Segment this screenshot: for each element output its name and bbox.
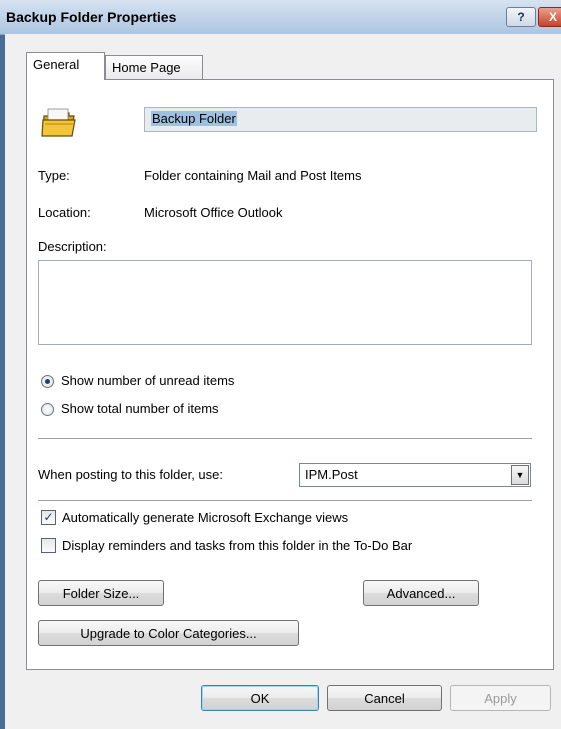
apply-button-label: Apply bbox=[484, 690, 517, 706]
title-bar[interactable]: Backup Folder Properties ? X bbox=[0, 0, 561, 35]
divider bbox=[38, 438, 532, 439]
unread-items-label[interactable]: Show number of unread items bbox=[61, 373, 234, 388]
exchange-views-checkbox[interactable]: ✓ bbox=[41, 510, 56, 525]
dialog-body: General Home Page Backup Folder Type: Fo… bbox=[5, 34, 561, 729]
window-title: Backup Folder Properties bbox=[6, 9, 177, 25]
advanced-button-label: Advanced... bbox=[386, 585, 456, 601]
todo-bar-label[interactable]: Display reminders and tasks from this fo… bbox=[62, 538, 412, 553]
folder-size-button[interactable]: Folder Size... bbox=[38, 580, 164, 606]
tab-home-page-label: Home Page bbox=[112, 60, 181, 75]
location-value: Microsoft Office Outlook bbox=[144, 205, 283, 220]
description-textarea[interactable] bbox=[38, 260, 532, 345]
description-label: Description: bbox=[38, 239, 107, 254]
ok-button[interactable]: OK bbox=[201, 685, 319, 711]
close-button[interactable]: X bbox=[538, 7, 561, 27]
folder-name-input[interactable]: Backup Folder bbox=[144, 107, 537, 132]
upgrade-color-categories-button[interactable]: Upgrade to Color Categories... bbox=[38, 620, 299, 646]
posting-label: When posting to this folder, use: bbox=[38, 467, 223, 482]
advanced-button[interactable]: Advanced... bbox=[363, 580, 479, 606]
dropdown-arrow-icon[interactable]: ▼ bbox=[511, 465, 529, 485]
folder-name-value: Backup Folder bbox=[151, 111, 237, 126]
total-items-label[interactable]: Show total number of items bbox=[61, 401, 219, 416]
location-label: Location: bbox=[38, 205, 91, 220]
close-icon: X bbox=[548, 10, 557, 24]
exchange-views-label[interactable]: Automatically generate Microsoft Exchang… bbox=[62, 510, 348, 525]
posting-form-select[interactable]: IPM.Post ▼ bbox=[299, 463, 531, 487]
type-value: Folder containing Mail and Post Items bbox=[144, 168, 362, 183]
total-items-radio[interactable] bbox=[41, 403, 54, 416]
type-label: Type: bbox=[38, 168, 70, 183]
general-panel: Backup Folder Type: Folder containing Ma… bbox=[26, 79, 554, 670]
tab-home-page[interactable]: Home Page bbox=[105, 55, 203, 79]
divider bbox=[38, 500, 532, 501]
upgrade-button-label: Upgrade to Color Categories... bbox=[80, 625, 257, 641]
unread-items-radio[interactable] bbox=[41, 375, 54, 388]
tab-general[interactable]: General bbox=[26, 52, 105, 80]
ok-button-label: OK bbox=[250, 690, 270, 706]
todo-bar-checkbox[interactable] bbox=[41, 538, 56, 553]
apply-button[interactable]: Apply bbox=[450, 685, 551, 711]
folder-icon bbox=[41, 108, 76, 137]
help-icon: ? bbox=[517, 10, 525, 24]
properties-dialog: Backup Folder Properties ? X General Hom… bbox=[0, 0, 561, 729]
posting-form-value: IPM.Post bbox=[305, 467, 358, 482]
cancel-button[interactable]: Cancel bbox=[327, 685, 442, 711]
folder-size-button-label: Folder Size... bbox=[62, 585, 140, 601]
tab-general-label: General bbox=[33, 57, 80, 72]
cancel-button-label: Cancel bbox=[364, 690, 405, 706]
help-button[interactable]: ? bbox=[506, 7, 536, 27]
